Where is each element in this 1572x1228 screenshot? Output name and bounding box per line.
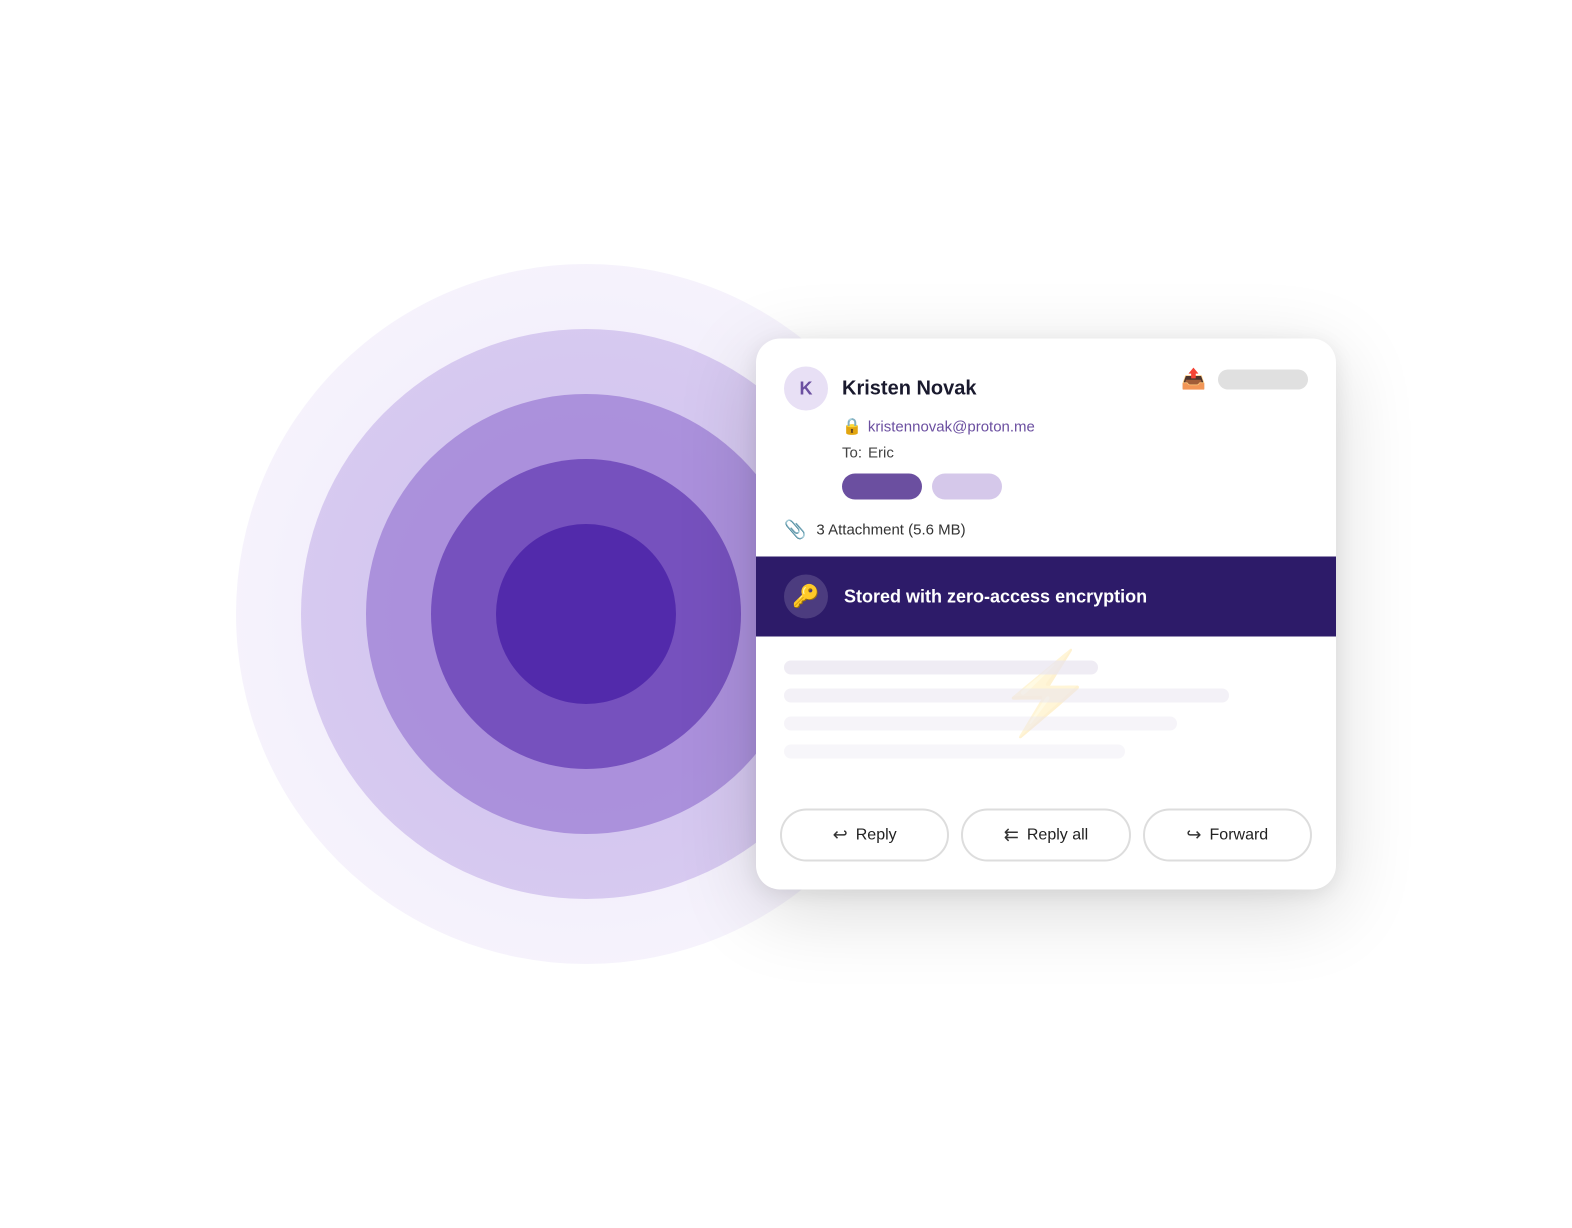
email-address-row: 🔒 kristennovak@proton.me [842,417,1308,437]
content-line-4 [784,745,1125,759]
inbox-icon: 📤 [1181,367,1206,392]
reply-label: Reply [856,826,897,844]
header-placeholder [1218,369,1308,389]
content-line-2 [784,689,1229,703]
sender-row: K Kristen Novak 📤 [784,367,1308,411]
paperclip-icon: 📎 [784,520,806,541]
lock-icon: 🔒 [842,417,862,437]
content-area: ⚡ [756,637,1336,793]
to-recipient: Eric [868,445,894,462]
to-row: To: Eric [842,445,1308,462]
attachment-row: 📎 3 Attachment (5.6 MB) [756,520,1336,541]
key-icon-circle: 🔑 [784,575,828,619]
reply-all-button[interactable]: ⇇ Reply all [961,809,1130,862]
reply-button[interactable]: ↩ Reply [780,809,949,862]
email-card: K Kristen Novak 📤 🔒 kristennovak@proton.… [756,339,1336,890]
attachment-text: 3 Attachment (5.6 MB) [816,522,965,539]
encryption-banner: 🔑 Stored with zero-access encryption [756,557,1336,637]
content-line-1 [784,661,1098,675]
avatar: K [784,367,828,411]
circle-inner [496,524,676,704]
tag-outline [932,474,1002,500]
reply-all-icon: ⇇ [1004,825,1019,846]
reply-all-label: Reply all [1027,826,1088,844]
sender-name: Kristen Novak [842,377,977,400]
forward-icon: ↪ [1186,825,1201,846]
content-line-3 [784,717,1177,731]
forward-button[interactable]: ↪ Forward [1143,809,1312,862]
encryption-text: Stored with zero-access encryption [844,586,1147,607]
key-icon: 🔑 [792,584,819,610]
actions-row: ↩ Reply ⇇ Reply all ↪ Forward [756,793,1336,890]
tags-row [842,474,1308,500]
card-header: K Kristen Novak 📤 🔒 kristennovak@proton.… [756,339,1336,500]
to-label: To: [842,445,862,462]
email-address: kristennovak@proton.me [868,418,1035,435]
forward-label: Forward [1210,826,1269,844]
sender-left: K Kristen Novak [784,367,977,411]
scene: K Kristen Novak 📤 🔒 kristennovak@proton.… [236,114,1336,1114]
tag-filled [842,474,922,500]
header-icons: 📤 [1181,367,1308,392]
reply-icon: ↩ [833,825,848,846]
